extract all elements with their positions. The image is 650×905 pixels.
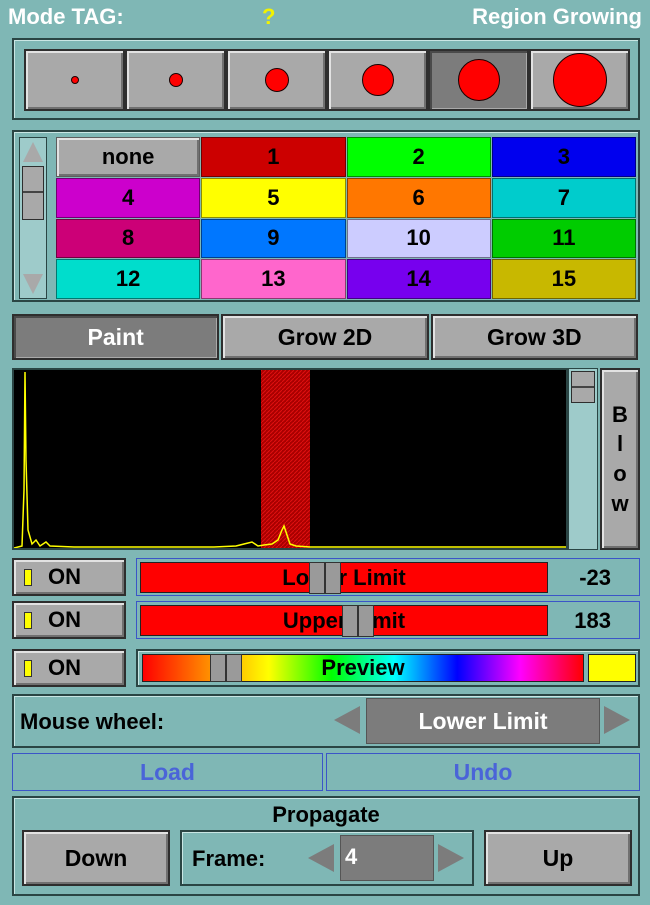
upper-limit-value: 183 xyxy=(574,608,611,633)
label-color-2[interactable]: 2 xyxy=(346,137,491,177)
mouse-wheel-value-label: Lower Limit xyxy=(418,707,548,734)
brush-dot-icon xyxy=(361,64,394,96)
label-scrollbar[interactable] xyxy=(19,137,47,299)
scroll-thumb[interactable] xyxy=(22,166,44,220)
propagate-up-button[interactable]: Up xyxy=(484,830,632,886)
propagate-panel: Propagate Down Frame: 4 Up xyxy=(12,796,640,896)
lower-limit-slider[interactable]: Lower Limit -23 xyxy=(136,558,640,596)
propagate-title: Propagate xyxy=(272,802,380,827)
frame-value: 4 xyxy=(345,844,358,869)
scroll-down-arrow-icon[interactable] xyxy=(23,274,43,294)
upper-limit-on-toggle[interactable]: ON xyxy=(12,601,126,639)
brush-size-buttons xyxy=(24,49,630,111)
preview-label: Preview xyxy=(321,655,405,680)
brush-dot-icon xyxy=(264,68,289,92)
brush-size-6-button[interactable] xyxy=(529,49,630,111)
frame-label: Frame: xyxy=(192,846,266,871)
label-color-panel: none 1 2 3 4 5 6 7 8 9 10 11 12 13 14 15 xyxy=(12,130,640,302)
blow-button[interactable]: B l o w xyxy=(600,368,640,550)
preview-handle[interactable] xyxy=(210,654,242,682)
label-color-3[interactable]: 3 xyxy=(491,137,636,177)
preview-panel: Preview xyxy=(136,649,640,687)
load-label: Load xyxy=(140,758,195,785)
lower-limit-track[interactable]: Lower Limit xyxy=(140,562,548,593)
propagate-down-label: Down xyxy=(64,844,128,871)
brush-dot-icon xyxy=(552,53,607,107)
blow-label: B l o w xyxy=(611,401,629,516)
label-color-10[interactable]: 10 xyxy=(346,218,491,259)
propagate-down-button[interactable]: Down xyxy=(22,830,170,886)
preview-on-label: ON xyxy=(48,655,81,680)
upper-limit-handle[interactable] xyxy=(342,605,374,637)
label-color-6[interactable]: 6 xyxy=(346,177,491,218)
histogram-scroll-thumb[interactable] xyxy=(571,371,595,403)
mouse-wheel-next-arrow-icon[interactable] xyxy=(604,706,630,734)
label-color-1[interactable]: 1 xyxy=(201,137,346,177)
brush-dot-icon xyxy=(168,73,183,87)
load-button[interactable]: Load xyxy=(12,753,323,791)
scroll-up-arrow-icon[interactable] xyxy=(23,142,43,162)
propagate-up-label: Up xyxy=(542,844,574,871)
preview-color-swatch[interactable] xyxy=(588,654,636,682)
lower-limit-on-label: ON xyxy=(48,564,81,589)
histogram-view[interactable] xyxy=(12,368,568,550)
brush-size-panel xyxy=(12,38,640,120)
label-color-grid: none 1 2 3 4 5 6 7 8 9 10 11 12 13 14 15 xyxy=(56,137,636,299)
brush-size-4-button[interactable] xyxy=(327,49,428,111)
lower-limit-label: Lower Limit xyxy=(282,564,406,590)
brush-size-5-button[interactable] xyxy=(428,49,529,111)
histogram-plot xyxy=(14,370,566,548)
label-color-8[interactable]: 8 xyxy=(56,218,201,259)
histogram-scrollbar[interactable] xyxy=(568,368,598,550)
mouse-wheel-panel: Mouse wheel: Lower Limit xyxy=(12,694,640,748)
label-color-4[interactable]: 4 xyxy=(56,177,201,218)
undo-label: Undo xyxy=(453,758,513,785)
frame-next-arrow-icon[interactable] xyxy=(438,844,464,872)
brush-size-2-button[interactable] xyxy=(125,49,226,111)
lower-limit-on-toggle[interactable]: ON xyxy=(12,558,126,596)
mouse-wheel-label: Mouse wheel: xyxy=(20,709,165,734)
frame-prev-arrow-icon[interactable] xyxy=(308,844,334,872)
mode-tabs: Paint Grow 2D Grow 3D xyxy=(12,314,638,360)
tab-grow-2d[interactable]: Grow 2D xyxy=(221,314,429,360)
undo-button[interactable]: Undo xyxy=(326,753,640,791)
upper-limit-on-label: ON xyxy=(48,607,81,632)
brush-size-1-button[interactable] xyxy=(24,49,125,111)
upper-limit-slider[interactable]: Upper Limit 183 xyxy=(136,601,640,639)
lower-limit-value: -23 xyxy=(579,565,611,590)
indicator-led-icon xyxy=(24,611,32,629)
label-color-11[interactable]: 11 xyxy=(491,218,636,259)
lower-limit-handle[interactable] xyxy=(309,562,341,594)
label-color-5[interactable]: 5 xyxy=(201,177,346,218)
preview-colormap-bar[interactable]: Preview xyxy=(142,654,584,682)
indicator-led-icon xyxy=(24,568,32,586)
label-color-12[interactable]: 12 xyxy=(56,259,201,299)
mouse-wheel-value[interactable]: Lower Limit xyxy=(366,698,600,744)
tab-grow-3d[interactable]: Grow 3D xyxy=(430,314,638,360)
selection-range xyxy=(261,370,310,548)
mode-title: Region Growing xyxy=(472,4,642,29)
label-color-14[interactable]: 14 xyxy=(346,259,491,299)
tab-paint[interactable]: Paint xyxy=(12,314,220,360)
brush-dot-icon xyxy=(70,76,79,84)
help-button[interactable]: ? xyxy=(262,4,275,30)
frame-control: Frame: 4 xyxy=(180,830,474,886)
label-color-none[interactable]: none xyxy=(56,137,201,177)
label-color-15[interactable]: 15 xyxy=(491,259,636,299)
brush-dot-icon xyxy=(457,59,500,101)
brush-size-3-button[interactable] xyxy=(226,49,327,111)
indicator-led-icon xyxy=(24,659,32,677)
label-color-13[interactable]: 13 xyxy=(201,259,346,299)
preview-on-toggle[interactable]: ON xyxy=(12,649,126,687)
label-color-7[interactable]: 7 xyxy=(491,177,636,218)
mode-label: Mode TAG: xyxy=(8,4,124,29)
label-color-9[interactable]: 9 xyxy=(201,218,346,259)
mouse-wheel-prev-arrow-icon[interactable] xyxy=(334,706,360,734)
frame-input[interactable]: 4 xyxy=(340,835,434,881)
